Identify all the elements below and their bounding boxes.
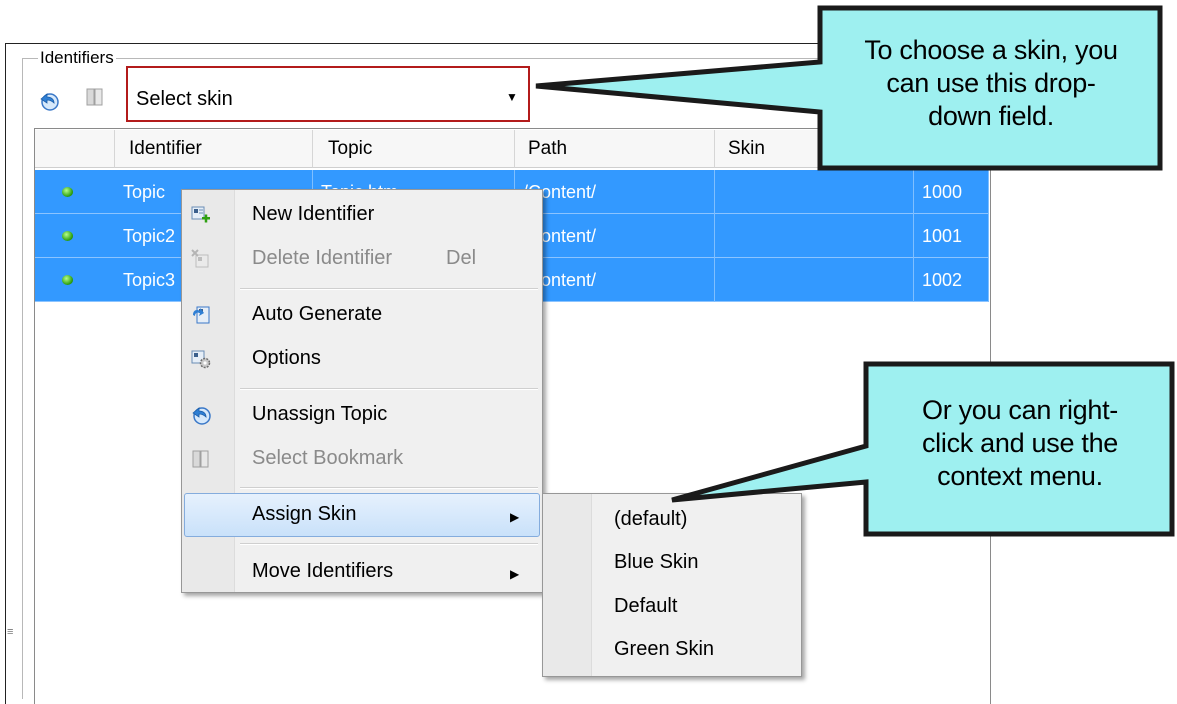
top-callout-text: To choose a skin, you can use this drop-… [826, 34, 1156, 133]
top-callout-line: To choose a skin, you [864, 35, 1118, 65]
bottom-callout-line: click and use the [921, 428, 1119, 458]
bottom-callout-line: context menu. [937, 461, 1103, 491]
bottom-callout-line: Or you can right- [922, 395, 1118, 425]
top-callout-line: can use this drop- [886, 68, 1096, 98]
bottom-callout-text: Or you can right- click and use the cont… [872, 394, 1168, 493]
top-callout-line: down field. [928, 101, 1054, 131]
